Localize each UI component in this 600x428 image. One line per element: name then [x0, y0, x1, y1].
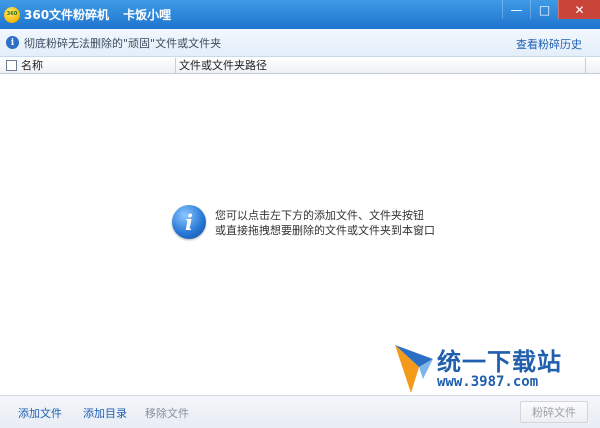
- minimize-button[interactable]: —: [502, 0, 530, 19]
- shred-files-button[interactable]: 粉碎文件: [520, 401, 588, 423]
- info-message: 彻底粉碎无法删除的"顽固"文件或文件夹: [24, 36, 222, 50]
- watermark-title: 统一下载站: [437, 348, 562, 376]
- info-bar: i 彻底粉碎无法删除的"顽固"文件或文件夹 查看粉碎历史: [0, 29, 600, 57]
- footer-toolbar: 添加文件 添加目录 移除文件 粉碎文件: [0, 395, 600, 428]
- app-logo-icon: 360: [4, 6, 20, 23]
- watermark: 统一下载站 www.3987.com: [393, 339, 573, 397]
- watermark-logo-icon: [395, 345, 433, 393]
- close-button[interactable]: ✕: [558, 0, 600, 19]
- view-history-link[interactable]: 查看粉碎历史: [516, 36, 582, 52]
- user-name[interactable]: 卡饭小哩: [123, 6, 171, 23]
- add-folder-button[interactable]: 添加目录: [83, 405, 127, 421]
- info-icon: i: [172, 205, 206, 239]
- maximize-button[interactable]: □: [530, 0, 558, 19]
- select-all-checkbox[interactable]: [6, 59, 17, 71]
- column-divider[interactable]: [585, 57, 586, 73]
- column-header-path[interactable]: 文件或文件夹路径: [179, 57, 585, 73]
- column-divider[interactable]: [175, 57, 176, 73]
- window-controls: — □ ✕: [502, 0, 600, 20]
- info-icon: i: [6, 36, 19, 49]
- watermark-url: www.3987.com: [437, 374, 539, 390]
- title-bar[interactable]: 360 360文件粉碎机 卡饭小哩 — □ ✕: [0, 0, 600, 29]
- empty-hint-line1: 您可以点击左下方的添加文件、文件夹按钮: [215, 209, 424, 222]
- remove-file-button[interactable]: 移除文件: [145, 405, 189, 421]
- column-header-name[interactable]: 名称: [21, 57, 175, 73]
- file-list-header: 名称 文件或文件夹路径: [0, 57, 600, 74]
- app-title: 360文件粉碎机: [24, 8, 110, 22]
- add-file-button[interactable]: 添加文件: [18, 405, 62, 421]
- empty-hint-line2: 或直接拖拽想要删除的文件或文件夹到本窗口: [215, 224, 435, 237]
- file-list-area[interactable]: i 您可以点击左下方的添加文件、文件夹按钮 或直接拖拽想要删除的文件或文件夹到本…: [0, 75, 600, 395]
